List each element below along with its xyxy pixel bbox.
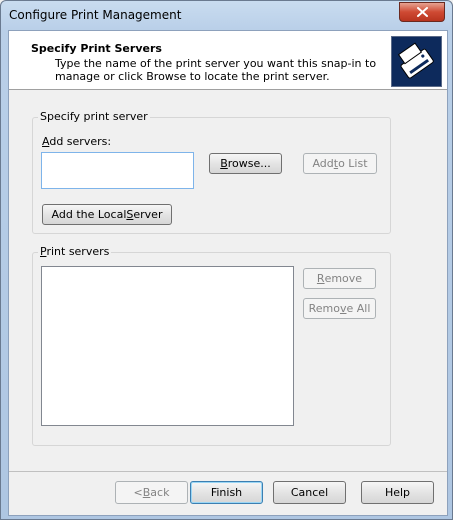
close-icon bbox=[416, 7, 428, 17]
finish-button[interactable]: Finish bbox=[190, 481, 263, 504]
remove-all-button[interactable]: Remo v e All bbox=[303, 298, 376, 319]
dialog-client: Specify Print Servers Type the name of t… bbox=[8, 30, 448, 516]
footer-separator bbox=[9, 471, 447, 472]
dialog-window: Configure Print Management Specify Print… bbox=[0, 0, 453, 520]
back-button[interactable]: < Back bbox=[115, 481, 188, 504]
page-description: Type the name of the print server you wa… bbox=[55, 57, 377, 83]
close-button[interactable] bbox=[399, 2, 445, 22]
print-servers-group-label: Print servers bbox=[38, 245, 112, 258]
wizard-header: Specify Print Servers Type the name of t… bbox=[9, 31, 447, 90]
help-button[interactable]: Help bbox=[361, 481, 434, 504]
printer-icon bbox=[391, 36, 442, 87]
remove-button[interactable]: Remove bbox=[303, 268, 376, 289]
title-bar[interactable]: Configure Print Management bbox=[1, 1, 452, 31]
cancel-button[interactable]: Cancel bbox=[273, 481, 346, 504]
server-name-input[interactable] bbox=[41, 152, 194, 189]
specify-server-group-label: Specify print server bbox=[38, 110, 150, 123]
browse-button[interactable]: Browse... bbox=[209, 153, 282, 174]
page-title: Specify Print Servers bbox=[31, 42, 162, 55]
add-local-server-button[interactable]: Add the Local Server bbox=[42, 204, 172, 225]
add-servers-label: Add servers: bbox=[42, 135, 112, 148]
add-to-list-button[interactable]: Add to List bbox=[303, 153, 377, 174]
print-servers-list[interactable] bbox=[41, 266, 294, 426]
window-title: Configure Print Management bbox=[9, 8, 182, 22]
